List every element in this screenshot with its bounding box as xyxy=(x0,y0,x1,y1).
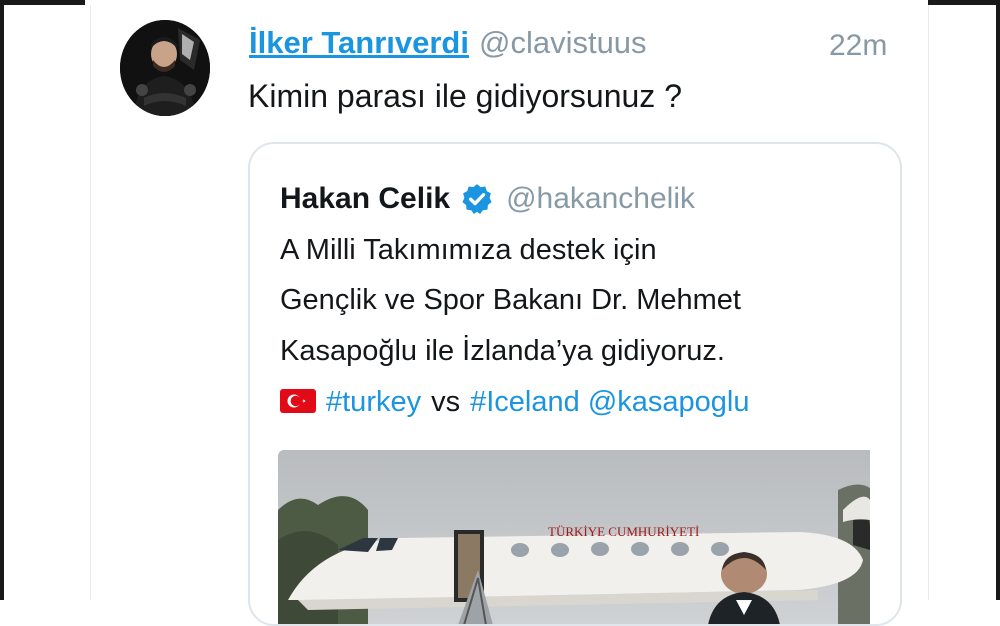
quoted-text-line-1: A Milli Takımımıza destek için xyxy=(280,234,657,266)
quoted-tweet-card[interactable]: Hakan Celik @hakanchelik A Milli Takımım… xyxy=(248,142,902,626)
timestamp[interactable]: 22m xyxy=(829,29,887,63)
profile-photo-icon xyxy=(120,20,210,116)
quoted-user-handle[interactable]: @hakanchelik xyxy=(506,182,695,216)
quoted-text-line-2: Gençlik ve Spor Bakanı Dr. Mehmet xyxy=(280,284,741,316)
quoted-text-line-3: Kasapoğlu ile İzlanda’ya gidiyoruz. xyxy=(280,335,725,367)
tweet-header: İlker Tanrıverdi @clavistuus xyxy=(249,25,647,61)
window-frame-left xyxy=(0,0,4,600)
display-name[interactable]: İlker Tanrıverdi xyxy=(249,25,469,60)
window-frame-right xyxy=(996,0,1000,600)
tweet[interactable]: İlker Tanrıverdi @clavistuus 22m Kimin pa… xyxy=(91,5,928,626)
vs-text: vs xyxy=(431,386,461,418)
window-frame-top-left xyxy=(0,0,85,5)
quoted-media-image[interactable]: TÜRKİYE CUMHURİYETİ xyxy=(278,450,870,624)
mention-kasapoglu-link[interactable]: @kasapoglu xyxy=(588,386,750,418)
hashtag-iceland-link[interactable]: #Iceland xyxy=(470,386,580,418)
user-handle[interactable]: @clavistuus xyxy=(479,25,647,60)
plane-livery-text: TÜRKİYE CUMHURİYETİ xyxy=(548,524,699,539)
timeline-border-right xyxy=(928,5,929,600)
tweet-text: Kimin parası ile gidiyorsunuz ? xyxy=(248,78,682,114)
turkey-flag-icon xyxy=(280,388,316,413)
quoted-tweet-header: Hakan Celik @hakanchelik xyxy=(280,182,695,216)
window-frame-top-right xyxy=(928,0,1000,5)
hashtag-turkey-link[interactable]: #turkey xyxy=(326,386,421,418)
quoted-display-name[interactable]: Hakan Celik xyxy=(280,182,450,216)
quoted-text-line-4: #turkey vs #Iceland @kasapoglu xyxy=(280,386,749,419)
verified-badge-icon xyxy=(460,182,494,216)
avatar[interactable] xyxy=(120,20,210,116)
